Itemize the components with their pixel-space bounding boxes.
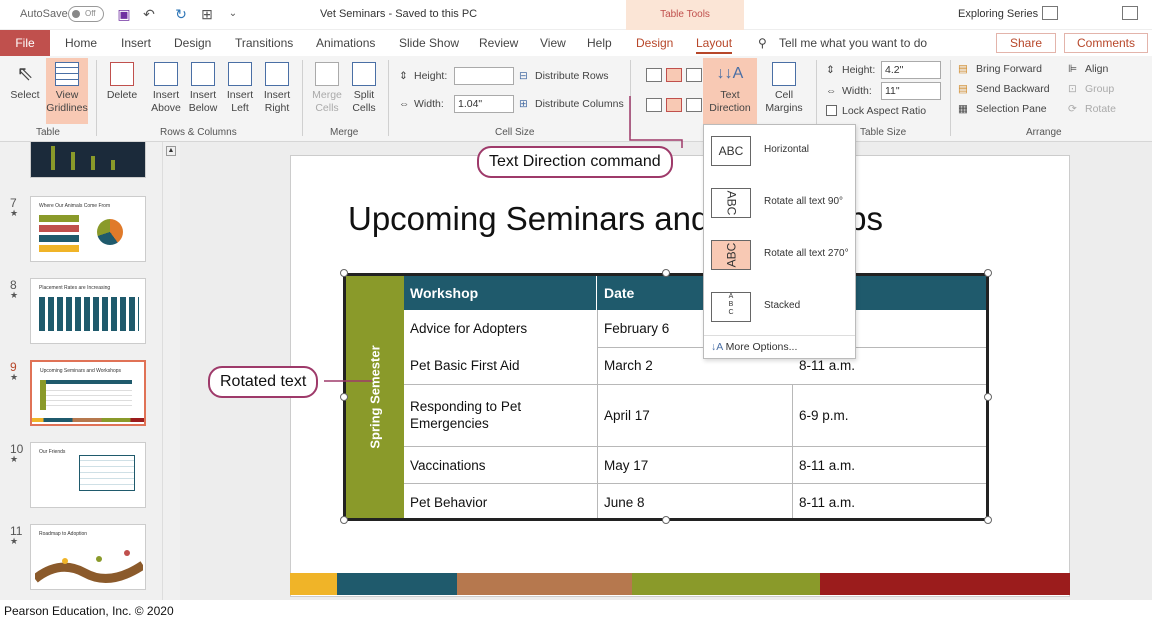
menu-item-rotate-90[interactable]: ABC Rotate all text 90°: [704, 180, 855, 226]
callout-text-direction: Text Direction command: [477, 146, 673, 178]
rotate-90-icon: ABC: [711, 188, 751, 218]
menu-item-stacked[interactable]: A B C Stacked: [704, 284, 855, 330]
text-direction-small-icon: ↓A: [711, 341, 723, 353]
copyright-credit: Pearson Education, Inc. © 2020: [4, 604, 174, 618]
horizontal-text-icon: ABC: [711, 136, 751, 166]
more-options-link[interactable]: ↓A More Options...: [711, 341, 797, 353]
rotate-270-icon: ABC: [711, 240, 751, 270]
stacked-text-icon: A B C: [711, 292, 751, 322]
callout-rotated-text: Rotated text: [208, 366, 319, 398]
menu-item-horizontal[interactable]: ABC Horizontal: [704, 128, 855, 174]
callout-connectors: [324, 96, 683, 382]
text-direction-menu: ABC Horizontal ABC Rotate all text 90° A…: [703, 124, 856, 359]
menu-item-rotate-270[interactable]: ABC Rotate all text 270°: [704, 232, 855, 278]
